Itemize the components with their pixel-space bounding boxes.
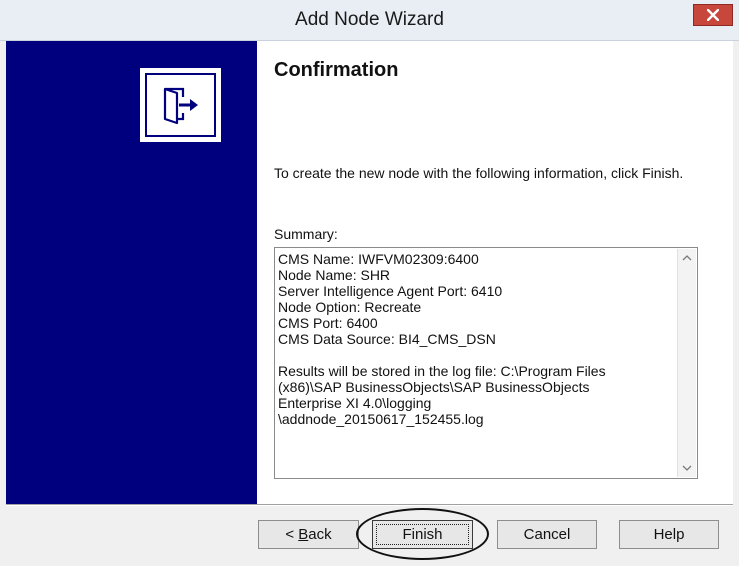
summary-line: Server Intelligence Agent Port: 6410: [278, 283, 503, 299]
cancel-button-label: Cancel: [523, 526, 571, 543]
summary-line: (x86)\SAP BusinessObjects\SAP BusinessOb…: [278, 379, 590, 395]
help-button[interactable]: Help: [619, 520, 719, 549]
back-button[interactable]: < Back: [258, 520, 359, 549]
banner-icon-frame: [138, 66, 223, 144]
scroll-up-arrow-icon[interactable]: [678, 249, 696, 267]
finish-button[interactable]: Finish: [372, 520, 473, 549]
summary-line: [278, 347, 675, 363]
add-node-wizard-window: Add Node Wizard Confirmation To create t…: [0, 0, 739, 566]
window-title: Add Node Wizard: [295, 9, 444, 30]
close-icon: [707, 9, 719, 21]
exit-door-arrow-icon: [145, 73, 216, 137]
summary-line: \addnode_20150617_152455.log: [278, 411, 484, 427]
help-button-label: Help: [653, 526, 685, 543]
back-prefix: <: [285, 526, 299, 543]
title-bar[interactable]: Add Node Wizard: [0, 0, 739, 41]
summary-textbox[interactable]: CMS Name: IWFVM02309:6400 Node Name: SHR…: [274, 247, 698, 479]
summary-line: Enterprise XI 4.0\logging: [278, 395, 432, 411]
back-mnemonic: B: [298, 526, 309, 543]
back-rest: ack: [308, 526, 332, 543]
wizard-side-banner: [6, 41, 257, 504]
summary-label: Summary:: [274, 226, 338, 242]
close-button[interactable]: [693, 4, 733, 26]
summary-line: CMS Data Source: BI4_CMS_DSN: [278, 331, 496, 347]
cancel-button[interactable]: Cancel: [497, 520, 597, 549]
back-button-label: < Back: [285, 526, 331, 543]
summary-line: CMS Name: IWFVM02309:6400: [278, 251, 479, 267]
page-heading: Confirmation: [274, 59, 399, 81]
summary-scrollbar[interactable]: [677, 249, 696, 477]
instruction-text: To create the new node with the followin…: [274, 165, 684, 181]
scroll-down-arrow-icon[interactable]: [678, 459, 696, 477]
summary-line: CMS Port: 6400: [278, 315, 378, 331]
button-bar-divider: [6, 504, 733, 506]
summary-line: Node Option: Recreate: [278, 299, 422, 315]
summary-line: Results will be stored in the log file: …: [278, 363, 606, 379]
summary-line: Node Name: SHR: [278, 267, 391, 283]
finish-button-label: Finish: [402, 526, 443, 543]
wizard-content: Confirmation To create the new node with…: [6, 41, 733, 504]
summary-content: CMS Name: IWFVM02309:6400 Node Name: SHR…: [278, 251, 675, 475]
